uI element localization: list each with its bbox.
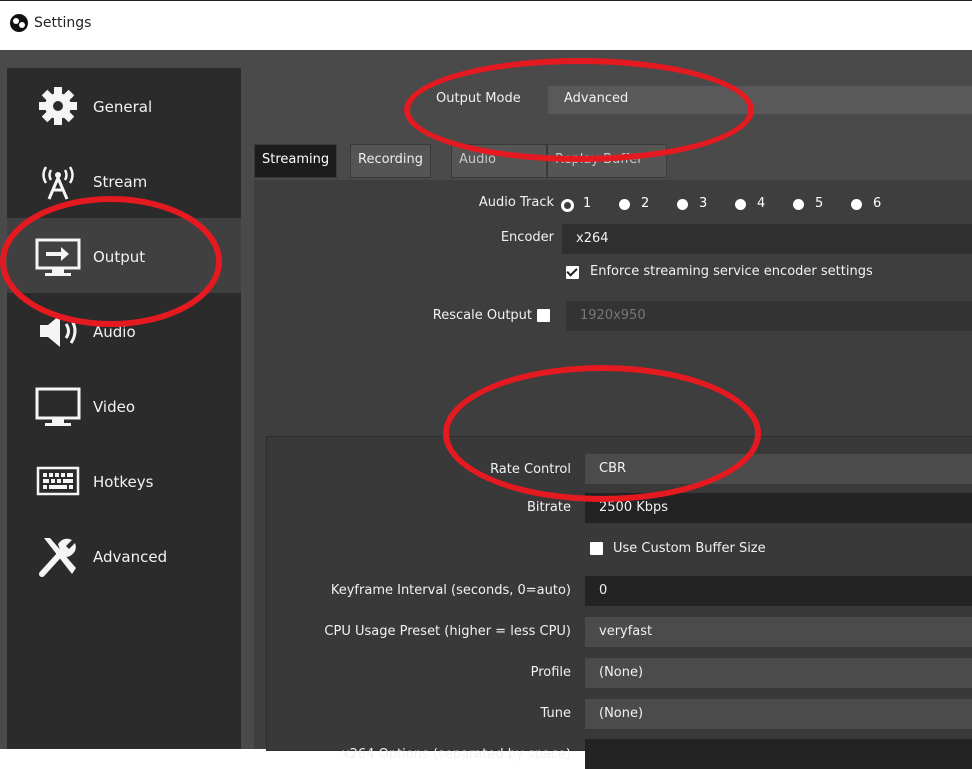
encoder-label: Encoder xyxy=(500,230,554,245)
bitrate-input[interactable]: 2500 Kbps xyxy=(585,493,972,523)
enforce-encoder-label: Enforce streaming service encoder settin… xyxy=(590,264,873,279)
output-settings-panel: Output Mode Advanced Streaming Recording… xyxy=(244,68,972,769)
rate-control-dropdown[interactable]: CBR xyxy=(585,454,972,484)
enforce-encoder-checkbox[interactable] xyxy=(566,266,579,279)
rescale-resolution-value: 1920x950 xyxy=(580,308,646,323)
rate-control-value: CBR xyxy=(599,461,627,476)
keyframe-interval-value: 0 xyxy=(599,583,608,598)
cpu-preset-value: veryfast xyxy=(599,624,653,639)
audio-track-label-1: 1 xyxy=(583,196,592,211)
audio-track-label-3: 3 xyxy=(699,196,708,211)
speaker-icon xyxy=(32,311,84,351)
rescale-output-label: Rescale Output xyxy=(432,308,532,323)
encoder-settings-group: Rate Control CBR Bitrate 2500 Kbps Use C… xyxy=(266,436,972,769)
tab-replay-buffer[interactable]: Replay Buffer xyxy=(547,144,667,178)
window-title: Settings xyxy=(34,15,92,31)
audio-track-radio-6[interactable] xyxy=(851,199,862,210)
sidebar-label-general: General xyxy=(93,98,153,116)
audio-track-label-2: 2 xyxy=(641,196,650,211)
tools-icon xyxy=(32,536,84,577)
rescale-output-checkbox[interactable] xyxy=(537,309,550,322)
sidebar-item-general[interactable]: General xyxy=(7,68,241,143)
tab-streaming[interactable]: Streaming xyxy=(254,144,338,178)
encoder-dropdown[interactable]: x264 xyxy=(562,224,972,254)
profile-dropdown[interactable]: (None) xyxy=(585,658,972,688)
sidebar-label-video: Video xyxy=(93,398,136,416)
sidebar-item-hotkeys[interactable]: Hotkeys xyxy=(7,443,241,518)
profile-value: (None) xyxy=(599,665,644,680)
sidebar-item-audio[interactable]: Audio xyxy=(7,293,241,368)
sidebar-item-advanced[interactable]: Advanced xyxy=(7,518,241,593)
tune-value: (None) xyxy=(599,706,644,721)
sidebar-item-video[interactable]: Video xyxy=(7,368,241,443)
sidebar-item-stream[interactable]: Stream xyxy=(7,143,241,218)
encoder-value: x264 xyxy=(576,231,609,246)
output-mode-value: Advanced xyxy=(564,91,629,106)
sidebar-label-stream: Stream xyxy=(93,173,148,191)
cpu-preset-dropdown[interactable]: veryfast xyxy=(585,617,972,647)
tab-audio[interactable]: Audio xyxy=(451,144,547,178)
audio-track-radio-4[interactable] xyxy=(735,199,746,210)
keyboard-icon xyxy=(32,461,84,501)
sidebar-label-hotkeys: Hotkeys xyxy=(93,473,154,491)
obs-logo-icon xyxy=(10,14,28,32)
profile-label: Profile xyxy=(530,665,571,680)
output-mode-dropdown[interactable]: Advanced xyxy=(548,86,972,114)
keyframe-interval-label: Keyframe Interval (seconds, 0=auto) xyxy=(330,583,571,598)
title-bar: Settings xyxy=(0,0,972,51)
audio-track-radio-1[interactable] xyxy=(561,199,574,212)
gear-icon xyxy=(32,86,84,126)
output-mode-label: Output Mode xyxy=(436,91,521,106)
bitrate-value: 2500 Kbps xyxy=(599,500,669,515)
x264-options-input[interactable] xyxy=(585,739,972,769)
antenna-icon xyxy=(32,161,84,201)
bitrate-label: Bitrate xyxy=(526,500,571,515)
sidebar-label-output: Output xyxy=(93,248,146,266)
keyframe-interval-input[interactable]: 0 xyxy=(585,576,972,606)
settings-sidebar: General Stream Output Audio Video Hotkey… xyxy=(7,68,241,749)
custom-buffer-label: Use Custom Buffer Size xyxy=(613,541,766,556)
tune-dropdown[interactable]: (None) xyxy=(585,699,972,729)
output-mode-row: Output Mode Advanced xyxy=(244,86,972,114)
sidebar-label-advanced: Advanced xyxy=(93,548,168,566)
sidebar-label-audio: Audio xyxy=(93,323,136,341)
x264-options-label: x264 Options (separated by space) xyxy=(341,747,571,762)
streaming-tab-panel: Audio Track 1 2 3 4 5 6 Encoder x264 Enf… xyxy=(254,180,972,769)
audio-track-label: Audio Track xyxy=(478,195,554,210)
custom-buffer-checkbox[interactable] xyxy=(590,542,603,555)
audio-track-radio-3[interactable] xyxy=(677,199,688,210)
monitor-icon xyxy=(32,386,84,426)
rate-control-label: Rate Control xyxy=(490,462,571,477)
rescale-resolution-field[interactable]: 1920x950 xyxy=(566,301,972,331)
output-monitor-icon xyxy=(32,236,84,276)
audio-track-selector: 1 2 3 4 5 6 xyxy=(561,195,891,215)
audio-track-radio-2[interactable] xyxy=(619,199,630,210)
sidebar-item-output[interactable]: Output xyxy=(7,218,241,293)
audio-track-label-5: 5 xyxy=(815,196,824,211)
tune-label: Tune xyxy=(540,706,571,721)
settings-window: General Stream Output Audio Video Hotkey… xyxy=(0,50,972,769)
audio-track-label-6: 6 xyxy=(873,196,882,211)
audio-track-radio-5[interactable] xyxy=(793,199,804,210)
tab-recording[interactable]: Recording xyxy=(350,144,432,178)
cpu-preset-label: CPU Usage Preset (higher = less CPU) xyxy=(324,624,571,639)
audio-track-label-4: 4 xyxy=(757,196,766,211)
